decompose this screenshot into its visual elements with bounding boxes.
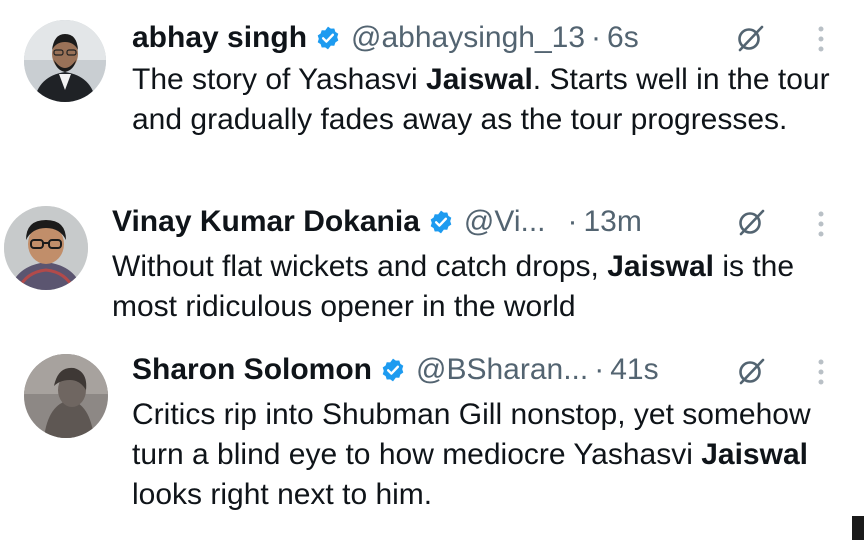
grok-icon[interactable] <box>736 207 766 237</box>
text-segment: Without flat wickets and catch drops, <box>112 250 608 283</box>
avatar-man-suit <box>24 20 106 102</box>
verified-badge-icon <box>430 210 452 234</box>
display-name[interactable]: Vinay Kumar Dokania <box>112 205 420 239</box>
tweet-header: Vinay Kumar Dokania @Vi... · 13m <box>112 204 642 240</box>
text-segment: looks right next to him. <box>132 478 433 511</box>
more-options-icon[interactable] <box>817 358 825 386</box>
username[interactable]: @Vi... <box>464 205 546 239</box>
avatar[interactable] <box>24 20 106 102</box>
verified-badge-icon <box>317 26 339 50</box>
highlighted-term: Jaiswal <box>701 438 808 471</box>
timestamp[interactable]: 6s <box>607 21 639 55</box>
corner-artifact <box>852 516 864 540</box>
separator-dot: · <box>594 353 605 386</box>
tweet-header: Sharon Solomon @BSharan... · 41s <box>132 352 659 388</box>
highlighted-term: Jaiswal <box>426 63 533 96</box>
display-name[interactable]: abhay singh <box>132 21 307 55</box>
timestamp[interactable]: 41s <box>610 353 658 387</box>
display-name[interactable]: Sharon Solomon <box>132 353 372 387</box>
verified-badge-icon <box>382 358 404 382</box>
tweet-text: The story of Yashasvi Jaiswal. Starts we… <box>132 60 832 140</box>
tweet-text: Without flat wickets and catch drops, Ja… <box>112 247 832 327</box>
tweet-header: abhay singh @abhaysingh_13 · 6s <box>132 20 639 56</box>
avatar[interactable] <box>4 206 88 290</box>
grok-icon[interactable] <box>735 23 765 53</box>
avatar-grey-photo <box>24 354 108 438</box>
more-options-icon[interactable] <box>817 210 825 238</box>
separator-dot: · <box>591 21 602 54</box>
highlighted-term: Jaiswal <box>607 250 714 283</box>
grok-icon[interactable] <box>736 356 766 386</box>
username[interactable]: @BSharan... <box>416 353 588 387</box>
timestamp[interactable]: 13m <box>584 205 642 239</box>
avatar[interactable] <box>24 354 108 438</box>
tweet-text: Critics rip into Shubman Gill nonstop, y… <box>132 395 812 515</box>
more-options-icon[interactable] <box>817 25 825 53</box>
text-segment: The story of Yashasvi <box>132 63 427 96</box>
separator-dot: · <box>567 205 578 238</box>
avatar-man-glasses <box>4 206 88 290</box>
username[interactable]: @abhaysingh_13 <box>351 21 585 55</box>
